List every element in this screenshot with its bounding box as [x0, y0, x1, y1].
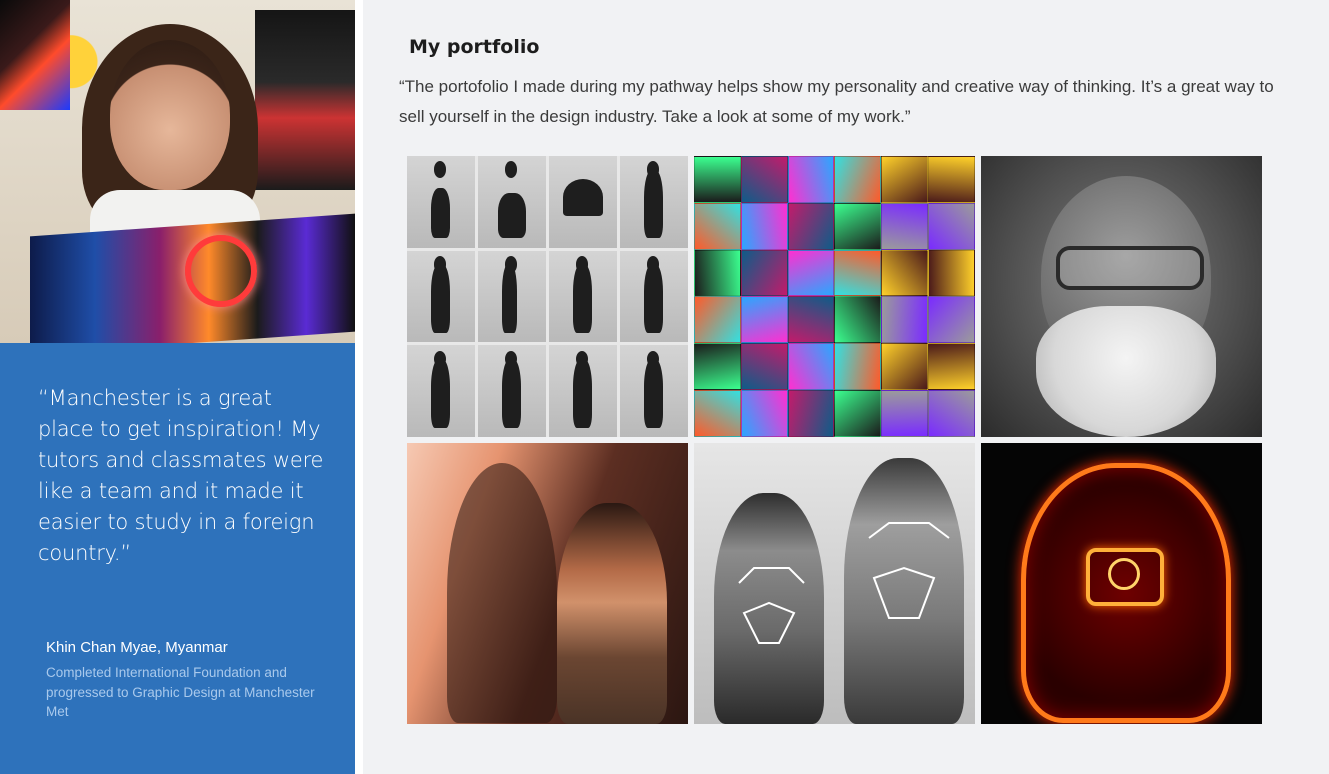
- silhouette-cell: [478, 250, 546, 343]
- glitch-cell: [881, 156, 929, 203]
- glitch-cell: [694, 156, 741, 203]
- glitch-cell: [740, 390, 788, 437]
- glitch-cell: [787, 249, 835, 297]
- glitch-cell: [834, 343, 882, 391]
- glitch-cell: [928, 343, 975, 391]
- glitch-cell: [928, 296, 975, 344]
- silhouette-cell: [620, 345, 688, 437]
- glitch-cell: [787, 390, 835, 437]
- portfolio-quote: “The portofolio I made during my pathway…: [399, 77, 1274, 126]
- glitch-cell: [740, 296, 788, 344]
- glitch-cell: [834, 156, 882, 203]
- portfolio-panel: My portfolio “The portofolio I made duri…: [363, 0, 1329, 774]
- photo-poster: [255, 10, 355, 190]
- portrait-glasses: [1056, 246, 1204, 290]
- student-photo: [0, 0, 355, 343]
- silhouette-cell: [407, 250, 475, 343]
- glitch-cell: [694, 390, 741, 437]
- old-man-portrait: [981, 156, 1262, 437]
- glitch-cell: [881, 202, 929, 250]
- neon-lens: [1108, 558, 1140, 590]
- photo-face: [110, 40, 230, 190]
- silhouette-cell: [549, 156, 617, 248]
- photo-ring: [185, 235, 257, 307]
- testimonial-panel: “Manchester is a great place to get insp…: [0, 343, 355, 774]
- portfolio-image-glitch-collage[interactable]: [694, 156, 975, 437]
- glitch-cell: [694, 296, 741, 344]
- silhouette-cell: [549, 345, 617, 437]
- portfolio-gallery: [407, 156, 1262, 724]
- testimonial-quote: “Manchester is a great place to get insp…: [38, 386, 324, 565]
- glitch-cell: [787, 343, 835, 391]
- glitch-cell: [787, 156, 835, 203]
- portrait-shadow: [447, 463, 557, 723]
- portfolio-image-silhouettes[interactable]: [407, 156, 688, 437]
- silhouette-cell: [407, 156, 475, 248]
- glitch-cell: [928, 156, 975, 203]
- glitch-cell: [881, 390, 929, 437]
- testimonial-column: “Manchester is a great place to get insp…: [0, 0, 355, 774]
- glitch-cell: [928, 390, 975, 437]
- silhouette-cell: [407, 345, 475, 437]
- two-men-portrait: [694, 443, 975, 724]
- portfolio-image-old-man-portrait[interactable]: [981, 156, 1262, 437]
- silhouette-grid: [407, 156, 688, 437]
- silhouette-cell: [620, 156, 688, 248]
- glitch-cell: [881, 343, 929, 391]
- silhouette-cell: [620, 250, 688, 343]
- silhouette-cell: [549, 250, 617, 343]
- portfolio-image-neon-outline[interactable]: [981, 443, 1262, 724]
- glitch-cell: [834, 249, 882, 297]
- testimonial-description: Completed International Foundation and p…: [46, 665, 315, 719]
- silhouette-cell: [478, 156, 546, 248]
- portrait-beard: [1036, 306, 1216, 437]
- glitch-cell: [740, 156, 788, 203]
- testimonial-name: Khin Chan Myae, Myanmar: [46, 639, 228, 656]
- glitch-cell: [694, 202, 741, 250]
- warm-portrait: [407, 443, 688, 724]
- glitch-cell: [881, 296, 929, 344]
- glitch-cell: [928, 202, 975, 250]
- silhouette-cell: [478, 345, 546, 437]
- glitch-cell: [740, 249, 788, 297]
- portfolio-title: My portfolio: [409, 36, 540, 58]
- photo-poster: [0, 0, 70, 110]
- portfolio-image-warm-portrait[interactable]: [407, 443, 688, 724]
- glitch-cell: [834, 390, 882, 437]
- glitch-cell: [787, 296, 835, 344]
- glitch-cell: [881, 249, 929, 297]
- glitch-cell: [740, 343, 788, 391]
- glitch-cell: [694, 343, 741, 391]
- glitch-cell: [740, 202, 788, 250]
- portrait-woman: [557, 503, 667, 724]
- glitch-cell: [787, 202, 835, 250]
- glitch-cell: [834, 296, 882, 344]
- face-line-drawing: [738, 522, 950, 644]
- glitch-grid: [694, 156, 975, 437]
- glitch-cell: [928, 249, 975, 297]
- glitch-cell: [834, 202, 882, 250]
- portfolio-image-two-men[interactable]: [694, 443, 975, 724]
- glitch-cell: [694, 249, 741, 297]
